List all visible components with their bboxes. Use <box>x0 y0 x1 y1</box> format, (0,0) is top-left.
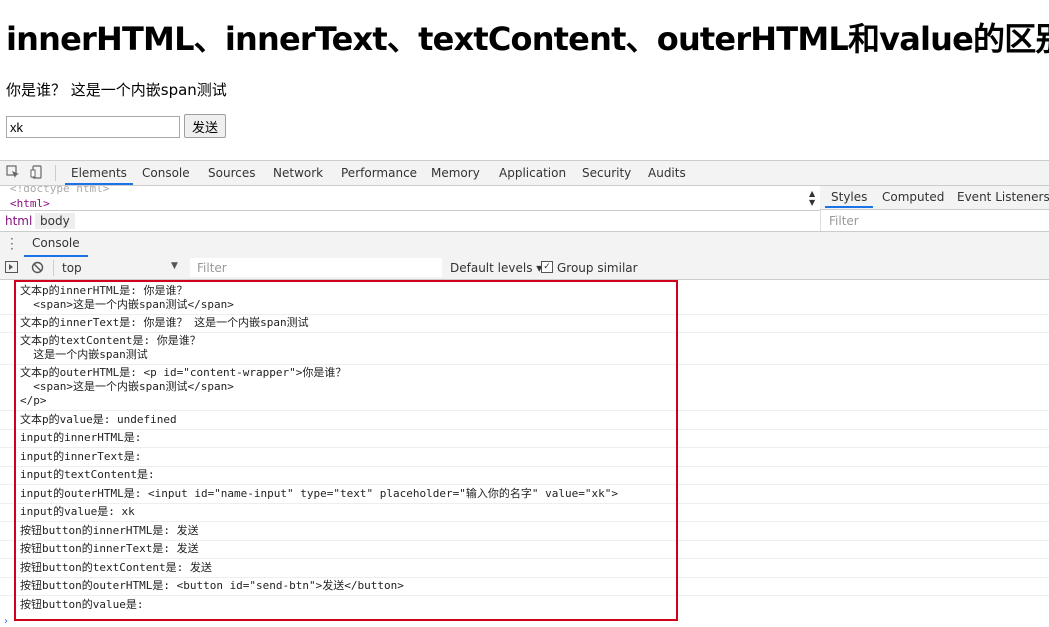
log-entry: input的innerHTML是: <box>20 431 142 444</box>
inspect-icon[interactable] <box>6 165 20 179</box>
chevron-down-icon[interactable]: ▼ <box>171 261 178 271</box>
log-entry: input的outerHTML是: <input id="name-input"… <box>20 487 618 500</box>
content-paragraph: 你是谁？ 这是一个内嵌span测试 <box>6 81 227 99</box>
log-divider <box>0 364 1049 365</box>
log-divider <box>0 314 1049 315</box>
drawer-tabbar: · · · Console <box>0 231 1049 258</box>
group-similar-label: Group similar <box>557 261 638 275</box>
log-divider <box>0 521 1049 522</box>
styles-sidebar-tabs: Styles Computed Event Listeners <box>820 186 1049 210</box>
breadcrumb-html[interactable]: html <box>0 213 37 229</box>
devtools-tabbar: Elements Console Sources Network Perform… <box>0 161 1049 186</box>
tab-sources[interactable]: Sources <box>202 161 261 185</box>
tab-styles[interactable]: Styles <box>825 186 874 208</box>
toolbar-divider <box>53 260 54 276</box>
sidebar-toggle-icon[interactable] <box>5 261 18 276</box>
tab-elements[interactable]: Elements <box>65 161 133 185</box>
log-levels-dropdown[interactable]: Default levels ▾ <box>450 261 542 275</box>
tab-computed[interactable]: Computed <box>876 186 950 208</box>
page-content: innerHTML、innerText、textContent、outerHTM… <box>0 0 1049 160</box>
log-divider <box>0 577 1049 578</box>
page-title: innerHTML、innerText、textContent、outerHTM… <box>6 20 1049 58</box>
more-options-icon[interactable]: · · · <box>10 233 14 255</box>
scroll-arrows[interactable]: ▲ ▼ <box>806 186 820 210</box>
log-divider <box>0 484 1049 485</box>
devtools-panel: Elements Console Sources Network Perform… <box>0 160 1049 627</box>
log-divider <box>0 447 1049 448</box>
context-selector[interactable]: top <box>62 261 82 275</box>
log-entry: 文本p的textContent是: 你是谁？ 这是一个内嵌span测试 <box>20 334 201 361</box>
log-entry: 按钮button的textContent是: 发送 <box>20 561 212 574</box>
html-node[interactable]: <html> <box>10 197 50 209</box>
device-toggle-icon[interactable] <box>30 165 44 179</box>
log-entry: 文本p的value是: undefined <box>20 413 177 426</box>
tab-audits[interactable]: Audits <box>642 161 692 185</box>
log-entry: 按钮button的value是: <box>20 598 144 611</box>
log-entry: input的textContent是: <box>20 468 155 481</box>
toolbar-divider <box>55 165 56 181</box>
log-entry: input的innerText是: <box>20 450 142 463</box>
log-entry: 按钮button的innerHTML是: 发送 <box>20 524 199 537</box>
log-divider <box>0 332 1049 333</box>
group-similar-checkbox[interactable]: ✓ <box>541 261 553 273</box>
log-entry: 文本p的outerHTML是: <p id="content-wrapper">… <box>20 366 347 407</box>
console-toolbar: top ▼ Filter Default levels ▾ ✓ Group si… <box>0 257 1049 280</box>
tab-network[interactable]: Network <box>267 161 329 185</box>
breadcrumb-body[interactable]: body <box>35 213 75 229</box>
clear-console-icon[interactable] <box>31 261 44 277</box>
log-divider <box>0 410 1049 411</box>
log-divider <box>0 429 1049 430</box>
console-filter-input[interactable]: Filter <box>190 258 442 277</box>
log-entry: 按钮button的innerText是: 发送 <box>20 542 199 555</box>
drawer-tab-console[interactable]: Console <box>24 232 88 257</box>
tab-console[interactable]: Console <box>136 161 196 185</box>
styles-filter-input[interactable]: Filter <box>820 210 1049 231</box>
log-divider <box>0 503 1049 504</box>
log-divider <box>0 466 1049 467</box>
breadcrumb: html body <box>0 210 820 231</box>
log-entry: 文本p的innerText是: 你是谁？ 这是一个内嵌span测试 <box>20 316 309 329</box>
tab-event-listeners[interactable]: Event Listeners <box>951 186 1049 208</box>
log-divider <box>0 558 1049 559</box>
styles-filter-placeholder: Filter <box>829 214 859 228</box>
tab-application[interactable]: Application <box>493 161 572 185</box>
log-entry: input的value是: xk <box>20 505 135 518</box>
send-button[interactable]: 发送 <box>184 114 226 138</box>
name-input[interactable] <box>6 116 180 138</box>
tab-security[interactable]: Security <box>576 161 637 185</box>
log-entry: 文本p的innerHTML是: 你是谁？ <span>这是一个内嵌span测试<… <box>20 284 234 311</box>
log-divider <box>0 595 1049 596</box>
console-log-area: 文本p的innerHTML是: 你是谁？ <span>这是一个内嵌span测试<… <box>0 280 1049 623</box>
scroll-down-icon[interactable]: ▼ <box>809 198 815 207</box>
tab-performance[interactable]: Performance <box>335 161 423 185</box>
tab-memory[interactable]: Memory <box>425 161 486 185</box>
log-divider <box>0 540 1049 541</box>
log-entry: 按钮button的outerHTML是: <button id="send-bt… <box>20 579 404 592</box>
console-filter-placeholder: Filter <box>197 261 227 275</box>
scroll-up-icon[interactable]: ▲ <box>809 189 815 198</box>
elements-tree: <!doctype html> <html> <box>0 186 806 209</box>
doctype-node[interactable]: <!doctype html> <box>10 186 109 195</box>
